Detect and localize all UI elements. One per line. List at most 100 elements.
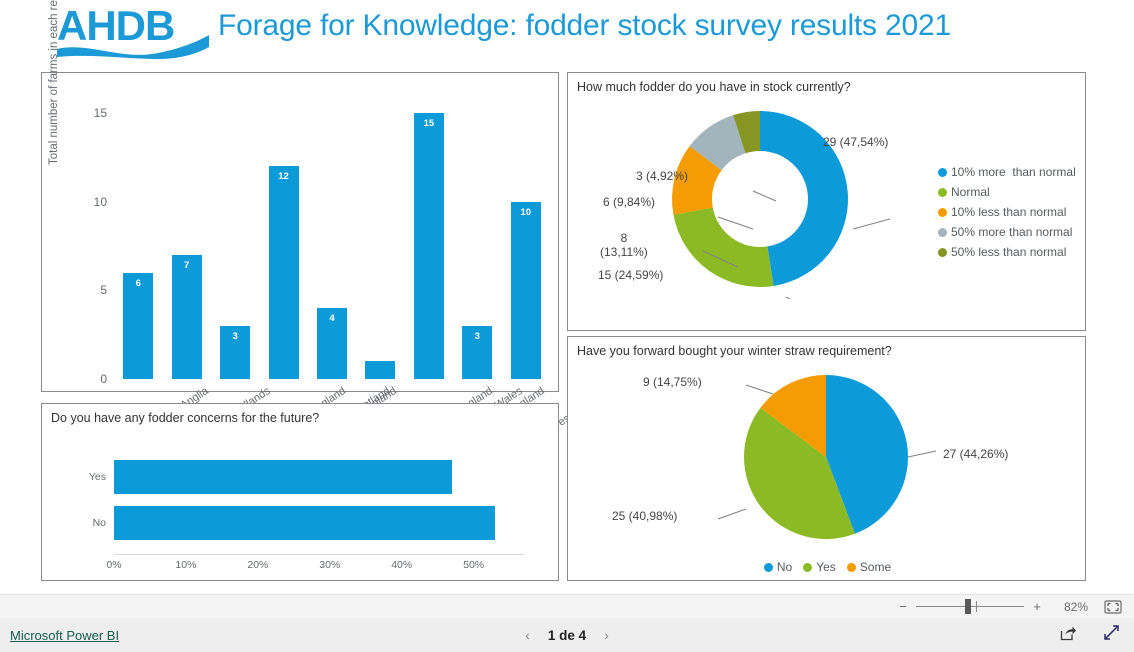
leader-line: [745, 384, 774, 395]
share-icon[interactable]: [1060, 625, 1077, 646]
bar-regions[interactable]: 3: [462, 325, 493, 379]
pie-legend[interactable]: No Yes Some: [568, 560, 1087, 574]
bar-value-label: 10: [520, 206, 532, 218]
y-axis-tick: 5: [100, 283, 107, 298]
hbar-x-tick: 0%: [106, 559, 122, 571]
legend-item[interactable]: 50% less than normal: [938, 245, 1076, 259]
legend-color-dot: [938, 227, 947, 237]
leader-line: [907, 450, 937, 458]
hbar-category-label: No: [92, 517, 106, 529]
fit-to-page-icon[interactable]: [1104, 599, 1122, 614]
legend-item[interactable]: 10% less than normal: [938, 205, 1076, 219]
hbar-fill: [114, 506, 496, 540]
legend-item[interactable]: Yes: [803, 560, 836, 574]
zoom-slider[interactable]: [916, 599, 1024, 614]
bar-value-label: 3: [232, 330, 238, 342]
bar-value-label: 3: [474, 330, 480, 342]
leader-line: [752, 190, 777, 202]
legend-label: 50% more than normal: [951, 225, 1073, 239]
leader-line: [717, 508, 747, 520]
hbar-x-tick: 20%: [247, 559, 269, 571]
legend-item[interactable]: 10% more than normal: [938, 165, 1076, 179]
next-page-icon[interactable]: ›: [604, 627, 609, 643]
y-axis-tick: 10: [93, 194, 107, 209]
legend-label: 50% less than normal: [951, 245, 1067, 259]
bar-value-label: 4: [329, 313, 335, 324]
y-axis-tick: 15: [93, 105, 107, 120]
bar-value-label: 12: [278, 171, 289, 182]
chart-panel-regions[interactable]: Total number of farms in each region 0 5 1…: [41, 0, 615, 450]
fullscreen-icon[interactable]: [1103, 624, 1120, 646]
legend-label: Yes: [816, 560, 836, 574]
zoom-level-label: 82%: [1063, 599, 1088, 614]
legend-item[interactable]: Normal: [938, 185, 1076, 199]
bar-regions[interactable]: 10: [510, 201, 541, 379]
donut-slice-label: 8 (13,11%): [600, 231, 648, 260]
legend-item[interactable]: 50% more than normal: [938, 225, 1076, 239]
bar-regions[interactable]: 6: [123, 272, 154, 379]
status-bar-icons: [1060, 624, 1120, 646]
hbar-x-axis: 0% 10% 20% 30% 40% 50%: [106, 554, 524, 571]
report-header: AHDB Forage for Knowledge: fodder stock …: [0, 0, 1134, 68]
bar-regions[interactable]: 15: [413, 112, 444, 379]
zoom-in-button[interactable]: +: [1030, 599, 1044, 614]
page-navigation: ‹ 1 de 4 ›: [0, 627, 1134, 643]
page-indicator: 1 de 4: [547, 627, 587, 643]
bar-regions[interactable]: 3: [220, 325, 251, 379]
bar-regions[interactable]: [365, 361, 396, 379]
bar-value-label: 15: [423, 117, 435, 129]
bar-regions[interactable]: 12: [268, 166, 299, 379]
donut-slice[interactable]: [673, 207, 774, 287]
legend-item[interactable]: Some: [846, 560, 892, 574]
donut-slice-label: 29 (47,54%): [823, 135, 889, 149]
leader-line: [785, 296, 791, 299]
bar-regions[interactable]: 4: [316, 308, 347, 379]
report-canvas: AHDB Forage for Knowledge: fodder stock …: [0, 0, 1134, 594]
zoom-slider-handle[interactable]: [964, 599, 971, 614]
zoom-slider-tick: [976, 601, 978, 612]
leader-line: [852, 218, 891, 230]
page-title: Forage for Knowledge: fodder stock surve…: [218, 9, 951, 42]
hbar-row[interactable]: Yes: [89, 460, 453, 494]
bar-chart-plot-area: 0510156East Anglia7East Midlands3North E…: [94, 95, 615, 450]
previous-page-icon[interactable]: ‹: [525, 627, 530, 643]
legend-label: 10% more than normal: [951, 165, 1076, 179]
panel-title-straw: Have you forward bought your winter stra…: [577, 344, 892, 358]
legend-color-dot: [938, 247, 947, 257]
hbar-x-tick: 50%: [463, 559, 485, 571]
legend-color-dot: [803, 562, 813, 572]
donut-slice-label: 3 (4,92%): [636, 169, 689, 183]
hbar-x-tick: 10%: [175, 559, 197, 571]
svg-text:AHDB: AHDB: [57, 2, 174, 49]
bar-value-label: 7: [184, 259, 190, 271]
y-axis-label: Total number of farms in each region: [48, 0, 60, 165]
pie-slice-label: 9 (14,75%): [643, 375, 702, 389]
leader-line: [717, 216, 754, 230]
hbar-category-label: Yes: [88, 471, 106, 483]
y-axis-tick: 0: [100, 372, 107, 386]
chart-panel-stock[interactable]: How much fodder do you have in stock cur…: [567, 72, 1086, 331]
chart-panel-straw[interactable]: Have you forward bought your winter stra…: [567, 336, 1086, 581]
panel-title-stock: How much fodder do you have in stock cur…: [577, 80, 851, 94]
chart-panel-concerns[interactable]: Do you have any fodder concerns for the …: [41, 403, 559, 581]
legend-color-dot: [938, 187, 947, 197]
hbar-row[interactable]: No: [93, 506, 496, 540]
legend-label: No: [776, 560, 793, 574]
legend-label: 10% less than normal: [951, 205, 1067, 219]
donut-legend[interactable]: 10% more than normal Normal 10% less than …: [938, 165, 1076, 265]
pie-slice-label: 27 (44,26%): [943, 447, 1009, 461]
hbar-chart-plot-area: Yes No: [89, 456, 524, 554]
hbar-x-tick: 30%: [319, 559, 341, 571]
zoom-toolbar[interactable]: − + 82%: [0, 594, 1134, 618]
legend-item[interactable]: No: [763, 560, 793, 574]
zoom-out-button[interactable]: −: [896, 599, 910, 614]
legend-color-dot: [846, 562, 856, 572]
legend-color-dot: [938, 207, 947, 217]
legend-label: Normal: [951, 185, 990, 199]
bar-regions[interactable]: 7: [171, 254, 202, 379]
pie-slice-label: 25 (40,98%): [612, 509, 678, 523]
legend-label: Some: [859, 560, 892, 574]
ahdb-logo: AHDB: [57, 2, 217, 60]
donut-slice-label: 6 (9,84%): [603, 195, 656, 209]
bar-value-label: 6: [135, 277, 141, 289]
